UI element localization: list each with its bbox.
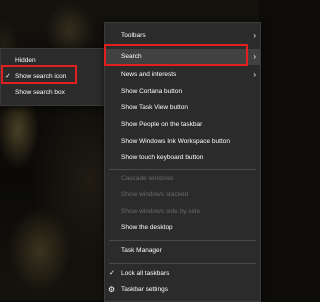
submenu-item-label: Hidden <box>15 57 36 64</box>
annotation-highlight-search <box>104 44 248 66</box>
menu-item-label: Cascade windows <box>121 175 174 182</box>
menu-item-show-cortana-button[interactable]: Show Cortana button <box>105 84 260 100</box>
menu-item-label: Show Cortana button <box>121 88 183 95</box>
menu-item-label: Show Task View button <box>121 104 188 111</box>
chevron-right-icon: › <box>253 52 256 61</box>
menu-item-news-and-interests[interactable]: News and interests › <box>105 67 260 83</box>
menu-item-label: Lock all taskbars <box>121 270 170 277</box>
menu-item-label: News and interests <box>121 71 177 78</box>
submenu-item-label: Show search box <box>15 89 65 96</box>
submenu-item-show-search-box[interactable]: Show search box <box>1 85 105 101</box>
menu-item-show-windows-side-by-side: Show windows side by side <box>105 204 260 220</box>
menu-item-label: Show People on the taskbar <box>121 121 203 128</box>
annotation-highlight-show-search-icon <box>1 65 77 84</box>
menu-item-taskbar-settings[interactable]: ⚙ Taskbar settings <box>105 282 260 298</box>
menu-item-toolbars[interactable]: Toolbars › <box>105 28 260 44</box>
menu-item-show-the-desktop[interactable]: Show the desktop <box>105 220 260 236</box>
menu-item-show-windows-stacked: Show windows stacked <box>105 187 260 203</box>
menu-item-cascade-windows: Cascade windows <box>105 171 260 187</box>
menu-item-lock-all-taskbars[interactable]: ✓ Lock all taskbars <box>105 266 260 282</box>
menu-item-show-people[interactable]: Show People on the taskbar <box>105 117 260 133</box>
menu-item-label: Taskbar settings <box>121 286 168 293</box>
menu-item-label: Show windows side by side <box>121 208 201 215</box>
menu-item-label: Toolbars <box>121 32 146 39</box>
menu-item-label: Show touch keyboard button <box>121 154 204 161</box>
gear-icon: ⚙ <box>108 285 116 294</box>
menu-separator <box>109 240 256 241</box>
menu-item-show-touch-keyboard[interactable]: Show touch keyboard button <box>105 150 260 166</box>
chevron-right-icon: › <box>253 70 256 79</box>
menu-item-show-task-view-button[interactable]: Show Task View button <box>105 100 260 116</box>
chevron-right-icon: › <box>253 31 256 40</box>
menu-item-label: Show Windows Ink Workspace button <box>121 138 230 145</box>
menu-item-task-manager[interactable]: Task Manager <box>105 243 260 259</box>
menu-item-label: Show windows stacked <box>121 191 189 198</box>
menu-item-label: Task Manager <box>121 247 162 254</box>
menu-separator <box>109 263 256 264</box>
checkmark-icon: ✓ <box>109 270 115 277</box>
menu-item-label: Show the desktop <box>121 224 173 231</box>
menu-item-show-windows-ink[interactable]: Show Windows Ink Workspace button <box>105 134 260 150</box>
menu-separator <box>109 169 256 170</box>
